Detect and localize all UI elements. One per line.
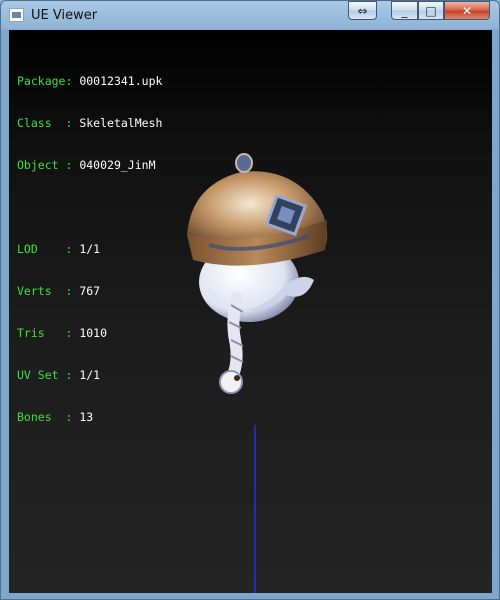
lod-row: LOD : 1/1	[17, 242, 162, 256]
object-value: 040029_JinM	[79, 158, 156, 172]
bones-value: 13	[79, 410, 94, 424]
verts-row: Verts : 767	[17, 284, 162, 298]
package-value: 00012341.upk	[79, 74, 163, 88]
app-window: UE Viewer ⇔ _ □ ✕ Package: 00012341.upk …	[0, 0, 500, 600]
minimize-button[interactable]: _	[391, 1, 418, 20]
tris-label: Tris :	[17, 326, 73, 340]
minimize-icon: _	[401, 3, 408, 18]
uvset-row: UV Set : 1/1	[17, 368, 162, 382]
object-row: Object : 040029_JinM	[17, 158, 162, 172]
resize-button[interactable]: ⇔	[348, 1, 377, 20]
bones-label: Bones :	[17, 410, 73, 424]
resize-icon: ⇔	[357, 3, 368, 18]
lod-value: 1/1	[79, 242, 101, 256]
uvset-value: 1/1	[79, 368, 101, 382]
class-row: Class : SkeletalMesh	[17, 116, 162, 130]
verts-value: 767	[79, 284, 101, 298]
bones-row: Bones : 13	[17, 410, 162, 424]
app-icon	[9, 8, 24, 22]
window-title: UE Viewer	[31, 8, 98, 23]
maximize-button[interactable]: □	[418, 1, 444, 20]
mesh-info-overlay: Package: 00012341.upk Class : SkeletalMe…	[17, 46, 162, 452]
uvset-label: UV Set :	[17, 368, 73, 382]
maximize-icon: □	[425, 3, 437, 18]
package-label: Package:	[17, 74, 73, 88]
title-bar[interactable]: UE Viewer ⇔ _ □ ✕	[1, 1, 499, 30]
tris-row: Tris : 1010	[17, 326, 162, 340]
lod-label: LOD :	[17, 242, 73, 256]
axis-line	[254, 425, 256, 593]
class-label: Class :	[17, 116, 73, 130]
class-value: SkeletalMesh	[79, 116, 163, 130]
package-row: Package: 00012341.upk	[17, 74, 162, 88]
verts-label: Verts :	[17, 284, 73, 298]
object-label: Object :	[17, 158, 73, 172]
close-button[interactable]: ✕	[444, 1, 490, 20]
3d-viewport[interactable]: Package: 00012341.upk Class : SkeletalMe…	[9, 30, 492, 593]
close-icon: ✕	[461, 3, 473, 18]
tris-value: 1010	[79, 326, 108, 340]
